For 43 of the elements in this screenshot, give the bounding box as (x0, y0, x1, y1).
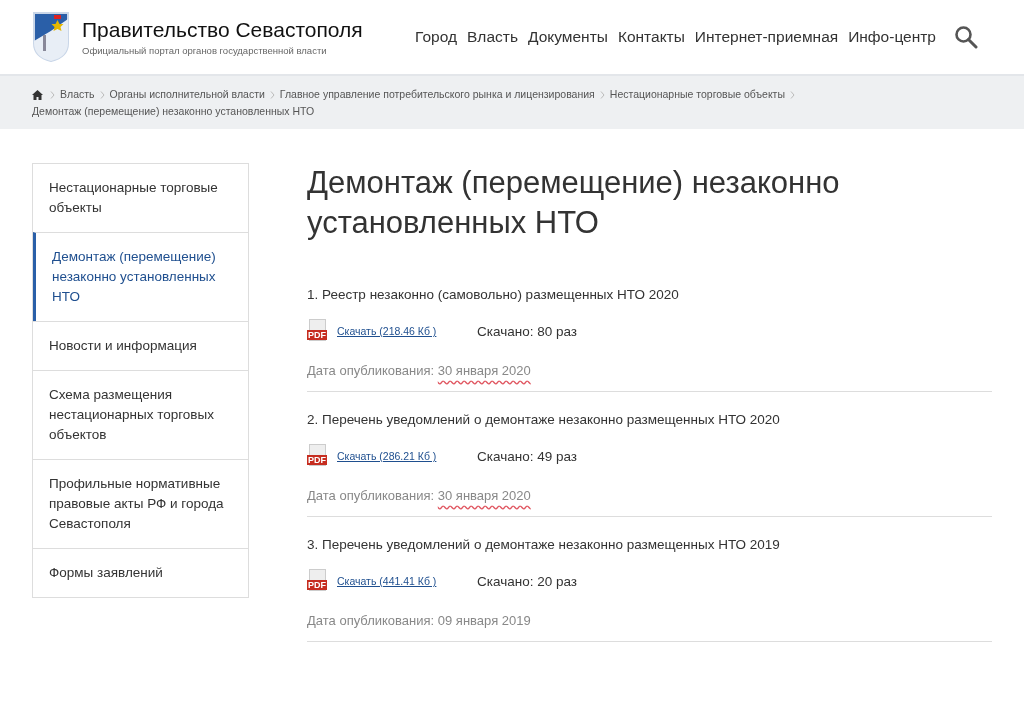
chevron-icon (269, 90, 275, 99)
nav-link[interactable]: Интернет-приемная (694, 28, 839, 46)
sidebar-item[interactable]: Профильные нормативные правовые акты РФ и города Севастополя (33, 459, 248, 548)
download-link[interactable]: Скачать (218.46 Кб ) (337, 325, 477, 337)
publication-date: 30 января 2020 (437, 488, 531, 505)
sidebar-item[interactable]: Формы заявлений (33, 548, 248, 597)
date-label: Дата опубликования: (307, 488, 435, 503)
breadcrumb-link[interactable]: Органы исполнительной власти (109, 86, 265, 103)
document-title: 1. Реестр незаконно (самовольно) размещенных НТО 2020 (307, 287, 680, 302)
nav-link[interactable]: Контакты (617, 28, 685, 46)
publication-date: 09 января 2019 (437, 613, 531, 630)
search-icon[interactable] (954, 25, 978, 49)
page-title: Демонтаж (перемещение) незаконно установленных НТО (307, 164, 841, 242)
coat-of-arms-icon (32, 11, 70, 63)
breadcrumb-link[interactable]: Главное управление потребительского рынка и лицензирования (279, 86, 595, 103)
date-label: Дата опубликования: (307, 363, 435, 378)
document-title: 3. Перечень уведомлений о демонтаже незаконно размещенных НТО 2019 (307, 537, 781, 552)
document-title: 2. Перечень уведомлений о демонтаже незаконно размещенных НТО 2020 (307, 412, 781, 427)
site-title: Правительство Севастополя (82, 18, 363, 42)
chevron-icon (99, 90, 105, 99)
download-link[interactable]: Скачать (441.41 Кб ) (337, 575, 477, 587)
sidebar-item[interactable]: Схема размещения нестационарных торговых объектов (33, 370, 248, 459)
publication-date: 30 января 2020 (437, 363, 531, 380)
chevron-icon (599, 90, 605, 99)
download-count: Скачано: 20 раз (477, 573, 577, 589)
download-count: Скачано: 49 раз (477, 448, 577, 464)
download-link[interactable]: Скачать (286.21 Кб ) (337, 450, 477, 462)
home-icon[interactable] (32, 89, 43, 100)
breadcrumb-link[interactable]: Демонтаж (перемещение) незаконно установленных НТО (32, 103, 315, 120)
sidebar-item[interactable]: Нестационарные торговые объекты (33, 164, 248, 232)
date-label: Дата опубликования: (307, 613, 435, 628)
nav-link[interactable]: Инфо-центр (848, 28, 936, 46)
sidebar-item[interactable]: Демонтаж (перемещение) незаконно установленных НТО (33, 232, 248, 321)
chevron-icon (50, 90, 55, 99)
sidebar-item[interactable]: Новости и информация (33, 321, 248, 370)
nav-link[interactable]: Власть (467, 28, 518, 46)
nav-link[interactable]: Документы (527, 28, 608, 46)
site-subtitle: Официальный портал органов государственной власти (82, 45, 328, 56)
nav-link[interactable]: Город (415, 28, 458, 46)
breadcrumb-link[interactable]: Нестационарные торговые объекты (609, 86, 785, 103)
breadcrumb-link[interactable]: Власть (60, 86, 95, 103)
chevron-icon (789, 90, 795, 99)
download-count: Скачано: 80 раз (477, 323, 577, 339)
